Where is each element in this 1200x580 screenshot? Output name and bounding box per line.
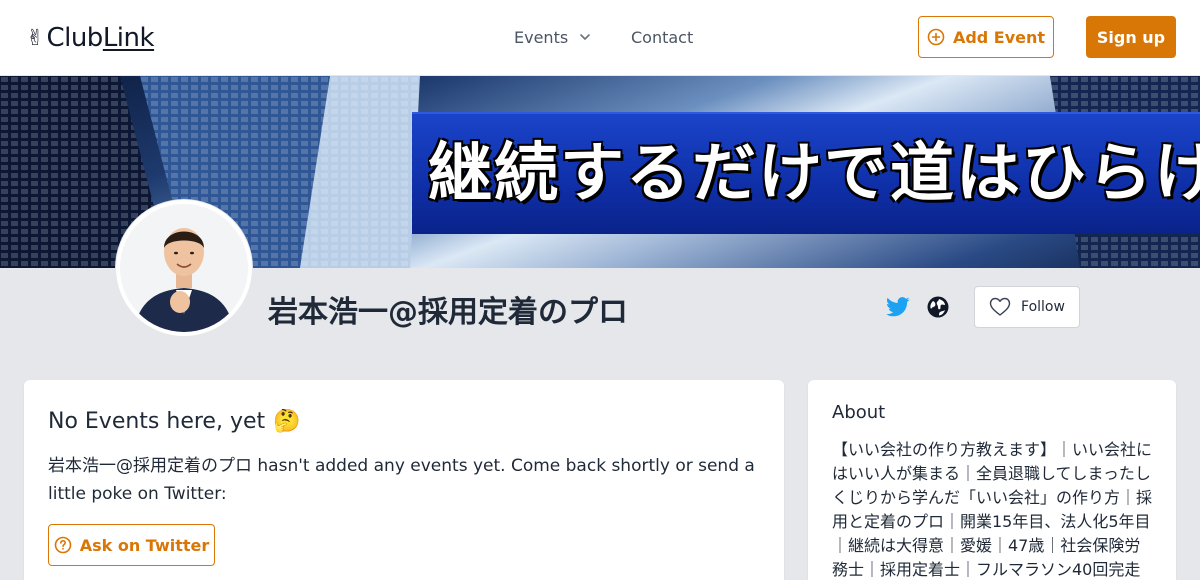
nav-contact-label: Contact: [631, 27, 694, 47]
avatar-photo: [120, 204, 248, 332]
profile-avatar: [116, 200, 252, 336]
nav-contact-link[interactable]: Contact: [631, 26, 693, 48]
events-empty-message: 岩本浩一@採用定着のプロ hasn't added any events yet…: [48, 456, 755, 504]
main-nav: Events Contact: [514, 26, 693, 48]
add-event-button[interactable]: Add Event: [918, 16, 1054, 58]
follow-label: Follow: [1021, 299, 1065, 315]
top-navbar: ✌ Club Link Events Contact Add Event Sig…: [0, 0, 1200, 76]
events-card-title: No Events here, yet: [48, 408, 266, 434]
logo-club-text: Club: [46, 23, 103, 53]
chevron-down-icon: [580, 34, 590, 40]
question-circle-icon: [54, 536, 72, 554]
sign-up-button[interactable]: Sign up: [1086, 16, 1176, 58]
logo-link-text: Link: [102, 23, 155, 53]
nav-events-dropdown[interactable]: Events: [514, 26, 592, 48]
ask-on-twitter-label: Ask on Twitter: [79, 535, 210, 555]
globe-icon[interactable]: [927, 296, 949, 318]
thinking-face-emoji: 🤔: [273, 408, 301, 434]
about-card: About 【いい会社の作り方教えます】｜いい会社にはいい人が集まる｜全員退職し…: [808, 380, 1176, 580]
about-text: 【いい会社の作り方教えます】｜いい会社にはいい人が集まる｜全員退職してしまったし…: [832, 440, 1153, 579]
about-title: About: [832, 402, 886, 423]
events-card-heading: No Events here, yet 🤔: [48, 404, 760, 438]
events-card: No Events here, yet 🤔 岩本浩一@採用定着のプロ hasn'…: [24, 380, 784, 580]
follow-button[interactable]: Follow: [974, 286, 1080, 328]
clublink-logo[interactable]: ✌ Club Link: [26, 22, 155, 54]
sign-up-label: Sign up: [1096, 27, 1166, 47]
victory-hand-icon: ✌: [26, 25, 45, 51]
banner-slogan: 継続するだけで道はひらける: [428, 137, 1200, 211]
add-event-label: Add Event: [952, 27, 1046, 47]
heart-icon: [989, 297, 1011, 316]
plus-circle-icon: [927, 28, 945, 46]
nav-events-label: Events: [514, 27, 569, 47]
ask-on-twitter-button[interactable]: Ask on Twitter: [48, 524, 215, 566]
twitter-icon[interactable]: [886, 296, 910, 318]
profile-name: 岩本浩一@採用定着のプロ: [268, 295, 628, 330]
